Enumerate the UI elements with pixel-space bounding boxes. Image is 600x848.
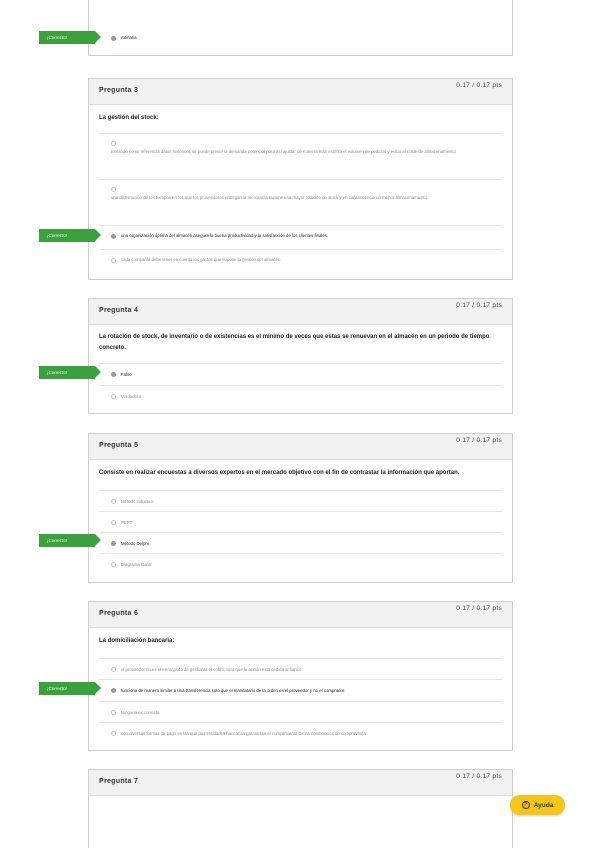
question-card-4: Pregunta 4 0.17 / 0.17 pts La rotación d…	[88, 298, 513, 414]
radio-button[interactable]	[111, 562, 116, 567]
help-label: Ayuda	[533, 801, 554, 809]
question-header: Pregunta 4 0.17 / 0.17 pts	[89, 299, 512, 325]
option-label: son diversas formas de pago en las que d…	[121, 731, 366, 736]
radio-button[interactable]	[111, 394, 116, 399]
question-title: Pregunta 3	[99, 87, 139, 94]
answer-option[interactable]: Verdadero	[99, 385, 502, 407]
question-title: Pregunta 4	[99, 307, 139, 314]
option-label: Falso	[121, 372, 132, 377]
question-score: 0.17 / 0.17 pts	[456, 773, 502, 780]
option-label: rutinaria	[121, 35, 137, 40]
option-label: Ninguna es correcta	[121, 710, 160, 715]
correct-tag: ¡Correcto!	[39, 229, 101, 242]
radio-selected[interactable]	[111, 541, 116, 546]
question-header: Pregunta 3 0.17 / 0.17 pts	[89, 79, 512, 105]
radio-selected[interactable]	[111, 234, 116, 239]
correct-tag: ¡Correcto!	[39, 682, 101, 695]
option-label: Método Delphi	[121, 541, 149, 546]
radio-button[interactable]	[111, 258, 116, 263]
answer-option[interactable]: PERT	[99, 511, 502, 532]
help-icon: ?	[521, 801, 530, 809]
option-label: Verdadero	[121, 394, 141, 399]
help-button[interactable]: ? Ayuda	[510, 795, 565, 815]
question-score: 0.17 / 0.17 pts	[456, 82, 502, 89]
question-card-7: Pregunta 7 0.17 / 0.17 pts	[88, 769, 513, 848]
question-text: Consiste en realizar encuestas a diverso…	[99, 470, 460, 476]
radio-button[interactable]	[111, 187, 116, 192]
question-header: Pregunta 5 0.17 / 0.17 pts	[89, 434, 512, 460]
answer-option[interactable]: cada compañía debe tener en cuenta los g…	[99, 249, 502, 273]
answer-option[interactable]: Falso	[99, 363, 502, 385]
radio-selected[interactable]	[111, 36, 116, 41]
question-card-5: Pregunta 5 0.17 / 0.17 pts Consiste en r…	[88, 433, 513, 583]
question-title: Pregunta 7	[99, 778, 139, 785]
answer-option[interactable]: Método Delphi	[99, 532, 502, 553]
radio-button[interactable]	[111, 499, 116, 504]
answer-option[interactable]: una organización óptima del almacén aseg…	[99, 225, 502, 249]
question-title: Pregunta 5	[99, 442, 139, 449]
question-header: Pregunta 6 0.17 / 0.17 pts	[89, 602, 512, 628]
option-label: una organización óptima del almacén aseg…	[121, 233, 329, 238]
option-label: una disminución de los tiempos en los qu…	[111, 195, 428, 200]
answer-option[interactable]: el proveedor no es el encargado de gesti…	[99, 658, 502, 679]
radio-selected[interactable]	[111, 372, 116, 377]
question-score: 0.17 / 0.17 pts	[456, 605, 502, 612]
radio-button[interactable]	[111, 141, 116, 146]
question-title: Pregunta 6	[99, 610, 139, 617]
question-card-fragment: rutinaria	[88, 0, 513, 56]
question-text: La domiciliación bancaria:	[99, 638, 175, 644]
radio-button[interactable]	[111, 520, 116, 525]
answer-option[interactable]: Método inductivo	[99, 490, 502, 511]
answer-option[interactable]: Ninguna es correcta	[99, 701, 502, 722]
answer-option[interactable]: Diagrama Gantt	[99, 553, 502, 574]
option-label: Diagrama Gantt	[121, 562, 152, 567]
radio-button[interactable]	[111, 731, 116, 736]
correct-tag: ¡Correcto!	[39, 534, 101, 547]
question-score: 0.17 / 0.17 pts	[456, 302, 502, 309]
option-label: tomando como referencia datos históricos…	[111, 149, 456, 154]
option-label: el proveedor no es el encargado de gesti…	[121, 667, 302, 672]
correct-tag: ¡Correcto!	[39, 366, 101, 379]
answer-option[interactable]: tomando como referencia datos históricos…	[99, 133, 502, 179]
question-text: La rotación de stock, de inventario o de…	[99, 334, 490, 351]
answer-option[interactable]: una disminución de los tiempos en los qu…	[99, 179, 502, 225]
question-header: Pregunta 7 0.17 / 0.17 pts	[89, 770, 512, 796]
correct-tag: ¡Correcto!	[39, 31, 101, 44]
answer-option[interactable]: funciona de manera similar a una transfe…	[99, 679, 502, 701]
option-label: Método inductivo	[121, 499, 154, 504]
question-card-6: Pregunta 6 0.17 / 0.17 pts La domiciliac…	[88, 601, 513, 751]
option-label: cada compañía debe tener en cuenta los g…	[121, 257, 281, 262]
option-label: PERT	[121, 520, 133, 525]
option-label: funciona de manera similar a una transfe…	[121, 688, 346, 693]
question-card-3: Pregunta 3 0.17 / 0.17 pts La gestión de…	[88, 78, 513, 280]
answer-option[interactable]: son diversas formas de pago en las que d…	[99, 722, 502, 744]
radio-button[interactable]	[111, 710, 116, 715]
question-text: La gestión del stock:	[99, 115, 159, 121]
question-score: 0.17 / 0.17 pts	[456, 437, 502, 444]
radio-selected[interactable]	[111, 688, 116, 693]
radio-button[interactable]	[111, 667, 116, 672]
